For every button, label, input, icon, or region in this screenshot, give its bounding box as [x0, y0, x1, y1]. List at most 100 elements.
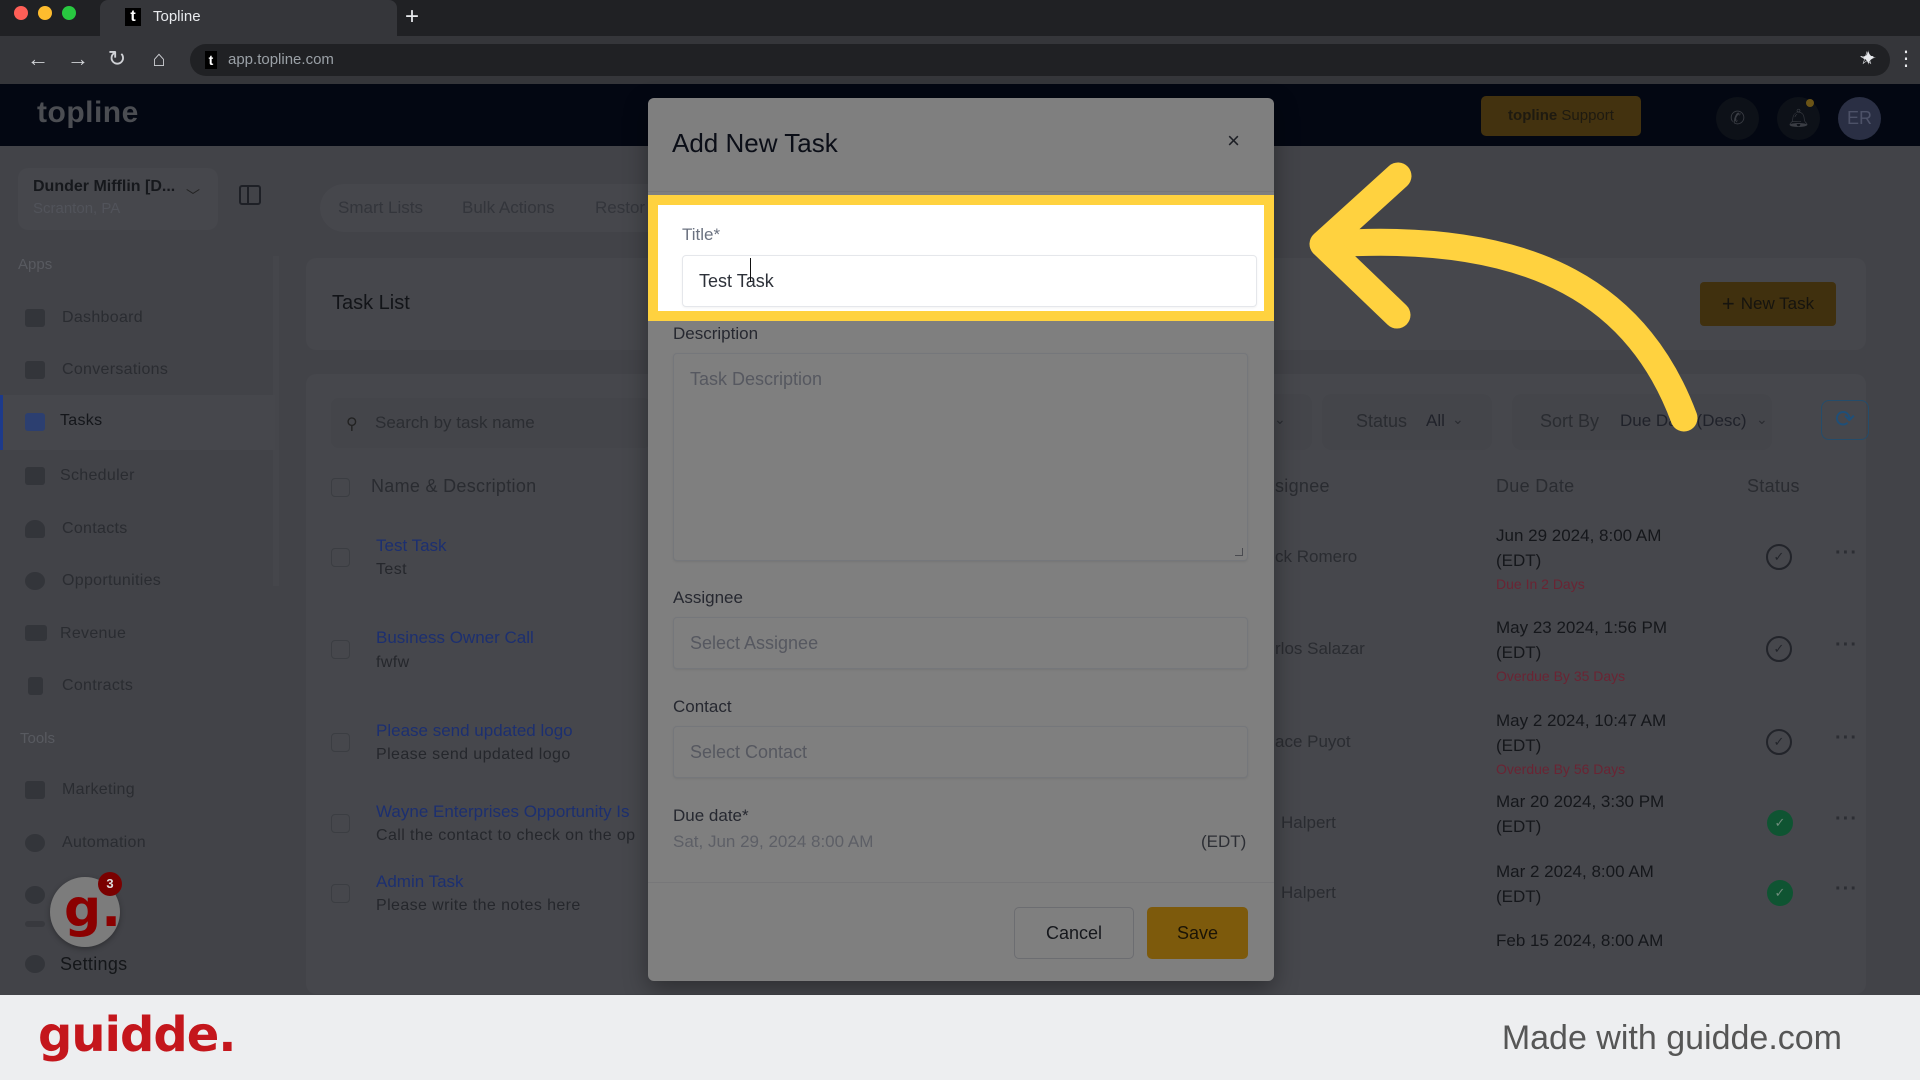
- sidebar-item-automation[interactable]: Automation: [0, 821, 275, 867]
- sidebar-item-tasks[interactable]: Tasks: [0, 395, 275, 450]
- description-textarea[interactable]: Task Description: [673, 353, 1248, 561]
- phone-icon[interactable]: ✆: [1716, 97, 1759, 140]
- sidebar-item-label: Conversations: [62, 361, 169, 378]
- mark-complete-button[interactable]: ✓: [1766, 544, 1792, 570]
- task-title-link[interactable]: Please send updated logo: [376, 721, 573, 741]
- task-assignee: ace Puyot: [1275, 732, 1351, 751]
- notification-dot: [1806, 99, 1814, 107]
- refresh-button[interactable]: ⟳: [1821, 400, 1869, 440]
- new-task-button[interactable]: + New Task: [1700, 282, 1836, 326]
- column-header-name[interactable]: Name & Description: [371, 476, 536, 497]
- support-button[interactable]: topline Support: [1481, 96, 1641, 136]
- row-checkbox[interactable]: [331, 640, 350, 659]
- task-due-tz: (EDT): [1496, 643, 1542, 662]
- tab-restore[interactable]: Restor: [595, 198, 645, 218]
- mark-complete-button[interactable]: ✓: [1766, 729, 1792, 755]
- status-filter[interactable]: Status All ⌄: [1322, 394, 1492, 450]
- document-icon: [28, 677, 43, 695]
- home-icon[interactable]: ⌂: [147, 46, 171, 72]
- task-due-tz: (EDT): [1496, 551, 1542, 570]
- task-title-link[interactable]: Wayne Enterprises Opportunity Is: [376, 802, 630, 822]
- person-icon: [25, 520, 45, 538]
- row-checkbox[interactable]: [331, 814, 350, 833]
- column-header-due-date[interactable]: Due Date: [1496, 476, 1574, 497]
- save-button[interactable]: Save: [1147, 907, 1248, 959]
- title-input[interactable]: [682, 255, 1257, 307]
- new-tab-button[interactable]: +: [405, 3, 419, 31]
- task-due-note: Overdue By 56 Days: [1496, 761, 1626, 777]
- cancel-button[interactable]: Cancel: [1014, 907, 1134, 959]
- sidebar-item-contacts[interactable]: Contacts: [0, 507, 275, 553]
- guidde-footer: guidde. Made with guidde.com: [0, 995, 1920, 1080]
- task-title-link[interactable]: Business Owner Call: [376, 628, 534, 648]
- due-date-picker[interactable]: Sat, Jun 29, 2024 8:00 AM: [673, 832, 873, 852]
- modal-footer-divider: [648, 882, 1274, 883]
- made-with-text[interactable]: Made with guidde.com: [1502, 1019, 1842, 1058]
- tab-smart-lists[interactable]: Smart Lists: [338, 198, 423, 218]
- sidebar-item-conversations[interactable]: Conversations: [0, 348, 275, 394]
- minimize-window-button[interactable]: [38, 6, 52, 20]
- back-icon[interactable]: ←: [26, 46, 50, 72]
- gear-icon: [25, 955, 45, 973]
- topline-logo[interactable]: topline: [37, 96, 139, 130]
- address-bar[interactable]: t app.topline.com ☆: [190, 44, 1890, 76]
- modal-title: Add New Task: [672, 128, 838, 158]
- select-all-checkbox[interactable]: [331, 478, 350, 497]
- row-checkbox[interactable]: [331, 733, 350, 752]
- reload-icon[interactable]: ↻: [105, 46, 129, 72]
- sidebar-item-hidden[interactable]: [0, 911, 275, 941]
- sidebar-item-marketing[interactable]: Marketing: [0, 768, 275, 814]
- sidebar-collapse-icon[interactable]: [239, 185, 261, 205]
- sidebar-item-settings[interactable]: Settings: [0, 942, 275, 988]
- sidebar-item-dashboard[interactable]: Dashboard: [0, 296, 275, 342]
- row-checkbox[interactable]: [331, 884, 350, 903]
- forward-icon[interactable]: →: [66, 46, 90, 72]
- search-placeholder: Search by task name: [375, 413, 535, 432]
- assignee-select[interactable]: Select Assignee: [673, 617, 1248, 669]
- row-checkbox[interactable]: [331, 548, 350, 567]
- completed-status-icon[interactable]: ✓: [1767, 810, 1793, 836]
- extensions-icon[interactable]: ✦: [1860, 46, 1877, 71]
- url-text[interactable]: app.topline.com: [228, 51, 334, 68]
- location-subtitle: Scranton, PA: [33, 200, 121, 217]
- task-title-link[interactable]: Test Task: [376, 536, 447, 556]
- close-icon[interactable]: ×: [1227, 128, 1240, 154]
- more-options-icon[interactable]: ···: [1835, 727, 1858, 750]
- sidebar-item-label: Contracts: [62, 677, 134, 694]
- task-due-tz: (EDT): [1496, 736, 1542, 755]
- resize-handle-icon[interactable]: [1235, 548, 1243, 556]
- chevron-down-icon[interactable]: ﹀: [186, 186, 200, 206]
- browser-tab[interactable]: t Topline: [100, 0, 397, 36]
- guidde-logo[interactable]: guidde.: [38, 1007, 236, 1063]
- sidebar-item-opportunities[interactable]: Opportunities: [0, 559, 275, 605]
- chevron-down-icon: ⌄: [1274, 411, 1286, 427]
- sort-by-filter[interactable]: Sort By Due Date (Desc) ⌄: [1512, 394, 1772, 450]
- maximize-window-button[interactable]: [62, 6, 76, 20]
- contact-select[interactable]: Select Contact: [673, 726, 1248, 778]
- sidebar-item-scheduler[interactable]: Scheduler: [0, 454, 275, 500]
- task-due-note: Due In 2 Days: [1496, 576, 1585, 592]
- more-options-icon[interactable]: ···: [1835, 542, 1858, 565]
- due-date-label: Due date*: [673, 806, 749, 825]
- column-header-status[interactable]: Status: [1747, 476, 1800, 497]
- sidebar-item-revenue[interactable]: Revenue: [0, 612, 275, 658]
- more-options-icon[interactable]: ···: [1835, 634, 1858, 657]
- status-filter-value: All: [1426, 411, 1445, 430]
- column-header-assignee[interactable]: signee: [1275, 476, 1330, 497]
- sidebar-item-label: Marketing: [62, 781, 135, 798]
- sidebar-item-contracts[interactable]: Contracts: [0, 664, 275, 710]
- mark-complete-button[interactable]: ✓: [1766, 636, 1792, 662]
- menu-icon[interactable]: ⋮: [1896, 46, 1916, 71]
- tab-bulk-actions[interactable]: Bulk Actions: [462, 198, 555, 218]
- close-window-button[interactable]: [14, 6, 28, 20]
- more-options-icon[interactable]: ···: [1835, 808, 1858, 831]
- avatar[interactable]: ER: [1838, 97, 1881, 140]
- task-assignee: Halpert: [1281, 813, 1336, 832]
- search-input[interactable]: ⚲ Search by task name: [331, 398, 651, 448]
- tab-title: Topline: [153, 8, 201, 25]
- more-options-icon[interactable]: ···: [1835, 878, 1858, 901]
- task-title-link[interactable]: Admin Task: [376, 872, 464, 892]
- task-due-note: Overdue By 35 Days: [1496, 668, 1626, 684]
- sidebar-item-label: Revenue: [60, 625, 127, 642]
- completed-status-icon[interactable]: ✓: [1767, 880, 1793, 906]
